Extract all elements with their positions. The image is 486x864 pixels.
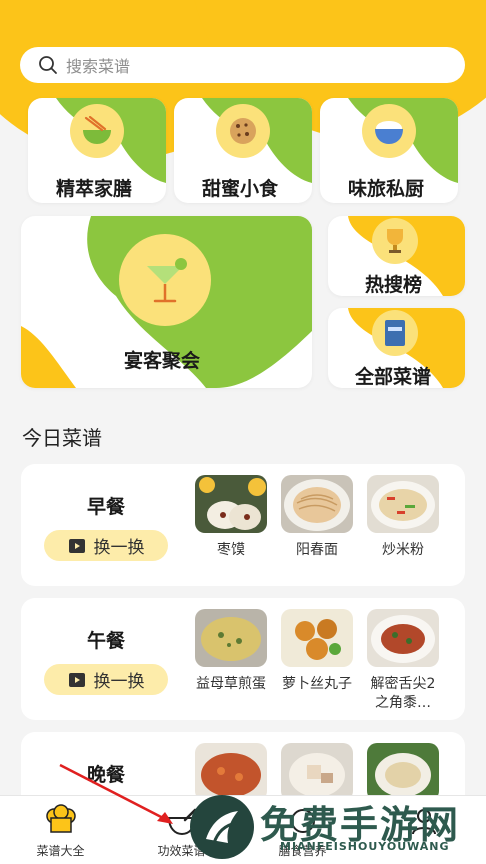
category-label: 热搜榜 xyxy=(365,274,423,296)
dish-image xyxy=(281,475,353,533)
dish-name: 解密舌尖2之角黍… xyxy=(370,676,436,711)
swap-button[interactable]: 换一换 xyxy=(44,664,168,695)
swap-label: 换一换 xyxy=(93,538,145,558)
watermark-subtext: MIANFEISHOUYOUWANG xyxy=(280,840,450,853)
meal-card-breakfast: 早餐 换一换 枣馍 阳春面 炒米粉 xyxy=(21,464,465,586)
rice-bowl-icon xyxy=(362,104,416,158)
dish-item[interactable]: 炒米粉 xyxy=(365,475,441,579)
category-label: 精萃家膳 xyxy=(56,178,133,200)
cookie-icon xyxy=(216,104,270,158)
category-label: 甜蜜小食 xyxy=(202,178,279,200)
category-card-hot-list[interactable]: 热搜榜 xyxy=(328,216,465,296)
category-card-yanke[interactable]: 宴客聚会 xyxy=(21,216,312,388)
swap-label: 换一换 xyxy=(93,672,145,692)
category-card-jingcui[interactable]: 精萃家膳 xyxy=(28,98,166,203)
dish-name: 阳春面 xyxy=(296,542,338,558)
trophy-icon xyxy=(372,218,418,264)
dish-image xyxy=(367,609,439,667)
dish-image xyxy=(281,609,353,667)
category-card-weilv[interactable]: 味旅私厨 xyxy=(320,98,458,203)
tab-label: 菜谱大全 xyxy=(36,844,85,858)
red-arrow-annotation xyxy=(59,763,173,824)
noodle-bowl-icon xyxy=(70,104,124,158)
video-icon xyxy=(68,538,85,553)
dish-image xyxy=(195,609,267,667)
video-icon xyxy=(68,672,85,687)
search-bar[interactable]: 搜索菜谱 xyxy=(20,47,465,83)
watermark-overlay: 免费手游网 MIANFEISHOUYOUWANG xyxy=(190,790,486,864)
category-label: 宴客聚会 xyxy=(124,350,201,372)
meal-name: 早餐 xyxy=(86,496,125,518)
swap-button[interactable]: 换一换 xyxy=(44,530,168,561)
dish-item[interactable]: 枣馍 xyxy=(193,475,269,579)
dish-item[interactable]: 解密舌尖2之角黍… xyxy=(365,609,441,713)
menu-book-icon xyxy=(372,310,418,356)
dish-image xyxy=(367,475,439,533)
dish-name: 萝卜丝丸子 xyxy=(282,676,352,692)
meal-card-lunch: 午餐 换一换 益母草煎蛋 萝卜丝丸子 解密舌尖2之角黍… xyxy=(21,598,465,720)
category-label: 全部菜谱 xyxy=(355,366,432,388)
category-label: 味旅私厨 xyxy=(348,178,425,200)
search-placeholder: 搜索菜谱 xyxy=(66,57,131,76)
search-icon xyxy=(39,56,57,74)
dish-item[interactable]: 益母草煎蛋 xyxy=(193,609,269,713)
dish-name: 枣馍 xyxy=(217,542,245,558)
today-recipes-title: 今日菜谱 xyxy=(22,426,102,450)
dish-name: 益母草煎蛋 xyxy=(196,676,266,692)
category-card-all-recipes[interactable]: 全部菜谱 xyxy=(328,308,465,388)
meal-name: 午餐 xyxy=(86,630,125,652)
dish-name: 炒米粉 xyxy=(382,542,424,558)
watermark-logo-icon xyxy=(190,795,254,859)
dish-image xyxy=(195,475,267,533)
category-card-tianmi[interactable]: 甜蜜小食 xyxy=(174,98,312,203)
dish-item[interactable]: 萝卜丝丸子 xyxy=(279,609,355,713)
cocktail-icon xyxy=(119,234,211,326)
dish-item[interactable]: 阳春面 xyxy=(279,475,355,579)
